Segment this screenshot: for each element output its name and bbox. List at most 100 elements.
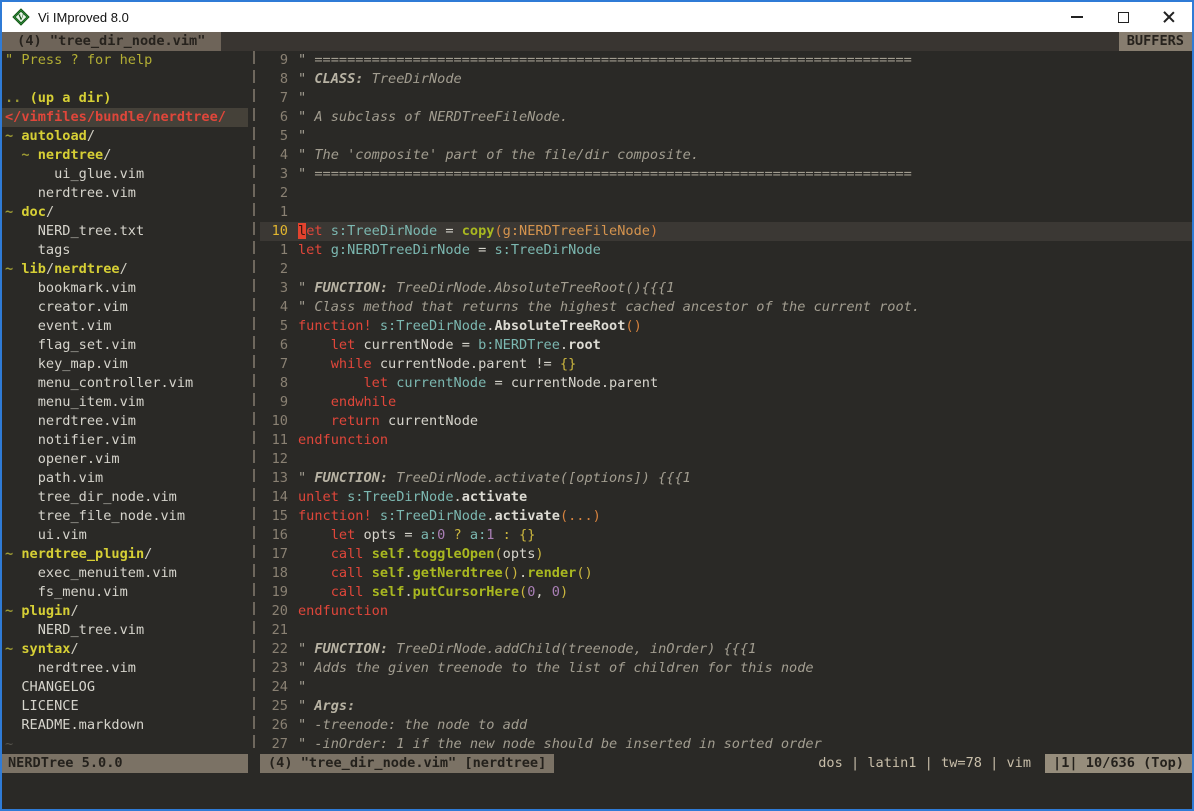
syntax-token: et: [306, 223, 322, 239]
code-line[interactable]: 10let s:TreeDirNode = copy(g:NERDTreeFil…: [260, 222, 1192, 241]
syntax-token: " Adds the given treenode to the list of…: [298, 660, 814, 676]
code-line[interactable]: 6 let currentNode = b:NERDTree.root: [260, 336, 1192, 355]
line-number: 20: [260, 602, 288, 621]
code-line[interactable]: 7": [260, 89, 1192, 108]
code-line[interactable]: 5": [260, 127, 1192, 146]
code-line[interactable]: 11endfunction: [260, 431, 1192, 450]
close-button[interactable]: [1146, 2, 1192, 32]
code-line[interactable]: 8 let currentNode = currentNode.parent: [260, 374, 1192, 393]
tree-item[interactable]: </vimfiles/bundle/nerdtree/: [2, 108, 248, 127]
line-number: 25: [260, 697, 288, 716]
tree-item[interactable]: nerdtree.vim: [2, 184, 248, 203]
tree-item[interactable]: ui.vim: [2, 526, 248, 545]
code-line[interactable]: 8" CLASS: TreeDirNode: [260, 70, 1192, 89]
code-line[interactable]: 18 call self.getNerdtree().render(): [260, 564, 1192, 583]
window-separator[interactable]: [248, 51, 260, 754]
code-line[interactable]: 7 while currentNode.parent != {}: [260, 355, 1192, 374]
code-line[interactable]: 20endfunction: [260, 602, 1192, 621]
tree-item[interactable]: nerdtree.vim: [2, 659, 248, 678]
tree-item[interactable]: NERD_tree.txt: [2, 222, 248, 241]
syntax-token: opener.vim: [5, 451, 120, 467]
tree-item[interactable]: menu_item.vim: [2, 393, 248, 412]
code-line[interactable]: 19 call self.putCursorHere(0, 0): [260, 583, 1192, 602]
code-line[interactable]: 9 endwhile: [260, 393, 1192, 412]
tree-item[interactable]: notifier.vim: [2, 431, 248, 450]
tree-item[interactable]: ~ autoload/: [2, 127, 248, 146]
tree-item[interactable]: exec_menuitem.vim: [2, 564, 248, 583]
tree-item[interactable]: ~ plugin/: [2, 602, 248, 621]
tree-item[interactable]: nerdtree.vim: [2, 412, 248, 431]
code-line[interactable]: 27" -inOrder: 1 if the new node should b…: [260, 735, 1192, 754]
tree-item[interactable]: [2, 70, 248, 89]
tree-item[interactable]: CHANGELOG: [2, 678, 248, 697]
tree-item[interactable]: ~ doc/: [2, 203, 248, 222]
tree-item[interactable]: README.markdown: [2, 716, 248, 735]
syntax-token: notifier.vim: [5, 432, 136, 448]
tree-item[interactable]: ui_glue.vim: [2, 165, 248, 184]
code-line[interactable]: 24": [260, 678, 1192, 697]
tree-item[interactable]: ~ nerdtree_plugin/: [2, 545, 248, 564]
line-number: 23: [260, 659, 288, 678]
tree-item[interactable]: fs_menu.vim: [2, 583, 248, 602]
syntax-token: opts: [503, 546, 536, 562]
code-line[interactable]: 17 call self.toggleOpen(opts): [260, 545, 1192, 564]
code-line[interactable]: 26" -treenode: the node to add: [260, 716, 1192, 735]
code-line[interactable]: 4" Class method that returns the highest…: [260, 298, 1192, 317]
buffer-tab[interactable]: (4) "tree_dir_node.vim": [2, 32, 221, 51]
tree-item[interactable]: opener.vim: [2, 450, 248, 469]
tree-item[interactable]: bookmark.vim: [2, 279, 248, 298]
code-line[interactable]: 1: [260, 203, 1192, 222]
minimize-button[interactable]: [1054, 2, 1100, 32]
tree-item[interactable]: tree_file_node.vim: [2, 507, 248, 526]
code-line[interactable]: 3" FUNCTION: TreeDirNode.AbsoluteTreeRoo…: [260, 279, 1192, 298]
tree-item[interactable]: ~ lib/nerdtree/: [2, 260, 248, 279]
line-number: 27: [260, 735, 288, 754]
syntax-token: NERD_tree.vim: [5, 622, 144, 638]
code-line[interactable]: 1let g:NERDTreeDirNode = s:TreeDirNode: [260, 241, 1192, 260]
code-line[interactable]: 2: [260, 260, 1192, 279]
tree-item[interactable]: .. (up a dir): [2, 89, 248, 108]
code-line[interactable]: 3" =====================================…: [260, 165, 1192, 184]
tree-item[interactable]: event.vim: [2, 317, 248, 336]
code-line[interactable]: 14unlet s:TreeDirNode.activate: [260, 488, 1192, 507]
code-line[interactable]: 4" The 'composite' part of the file/dir …: [260, 146, 1192, 165]
tree-item[interactable]: ~ nerdtree/: [2, 146, 248, 165]
syntax-token: .: [404, 584, 412, 600]
tree-item[interactable]: tags: [2, 241, 248, 260]
code-line[interactable]: 15function! s:TreeDirNode.activate(...): [260, 507, 1192, 526]
tree-item[interactable]: ~: [2, 735, 248, 754]
syntax-token: ui.vim: [5, 527, 87, 543]
syntax-token: ~: [5, 603, 21, 619]
syntax-token: nerdtree: [38, 147, 103, 163]
tree-item[interactable]: key_map.vim: [2, 355, 248, 374]
code-line[interactable]: 21: [260, 621, 1192, 640]
syntax-token: ~: [21, 147, 37, 163]
tree-item[interactable]: flag_set.vim: [2, 336, 248, 355]
code-line[interactable]: 23 " Adds the given treenode to the list …: [260, 659, 1192, 678]
code-line[interactable]: 2: [260, 184, 1192, 203]
syntax-token: nerdtree: [54, 261, 119, 277]
code-line[interactable]: 22" FUNCTION: TreeDirNode.addChild(treen…: [260, 640, 1192, 659]
tree-item[interactable]: NERD_tree.vim: [2, 621, 248, 640]
tree-item[interactable]: path.vim: [2, 469, 248, 488]
tree-item[interactable]: LICENCE: [2, 697, 248, 716]
code-line[interactable]: 5function! s:TreeDirNode.AbsoluteTreeRoo…: [260, 317, 1192, 336]
code-line[interactable]: 16 let opts = a:0 ? a:1 : {}: [260, 526, 1192, 545]
code-line[interactable]: 12: [260, 450, 1192, 469]
line-number: 5: [260, 127, 288, 146]
syntax-token: [298, 546, 331, 562]
tree-item[interactable]: menu_controller.vim: [2, 374, 248, 393]
tree-item[interactable]: tree_dir_node.vim: [2, 488, 248, 507]
tree-item[interactable]: ~ syntax/: [2, 640, 248, 659]
code-line[interactable]: 9" =====================================…: [260, 51, 1192, 70]
tree-item[interactable]: creator.vim: [2, 298, 248, 317]
syntax-token: render: [527, 565, 576, 581]
maximize-button[interactable]: [1100, 2, 1146, 32]
code-line[interactable]: 10 return currentNode: [260, 412, 1192, 431]
code-line[interactable]: 6" A subclass of NERDTreeFileNode.: [260, 108, 1192, 127]
command-line[interactable]: [2, 773, 1192, 809]
code-line[interactable]: 25" Args:: [260, 697, 1192, 716]
code-line[interactable]: 13" FUNCTION: TreeDirNode.activate([opti…: [260, 469, 1192, 488]
line-number: 14: [260, 488, 288, 507]
tree-item[interactable]: " Press ? for help: [2, 51, 248, 70]
